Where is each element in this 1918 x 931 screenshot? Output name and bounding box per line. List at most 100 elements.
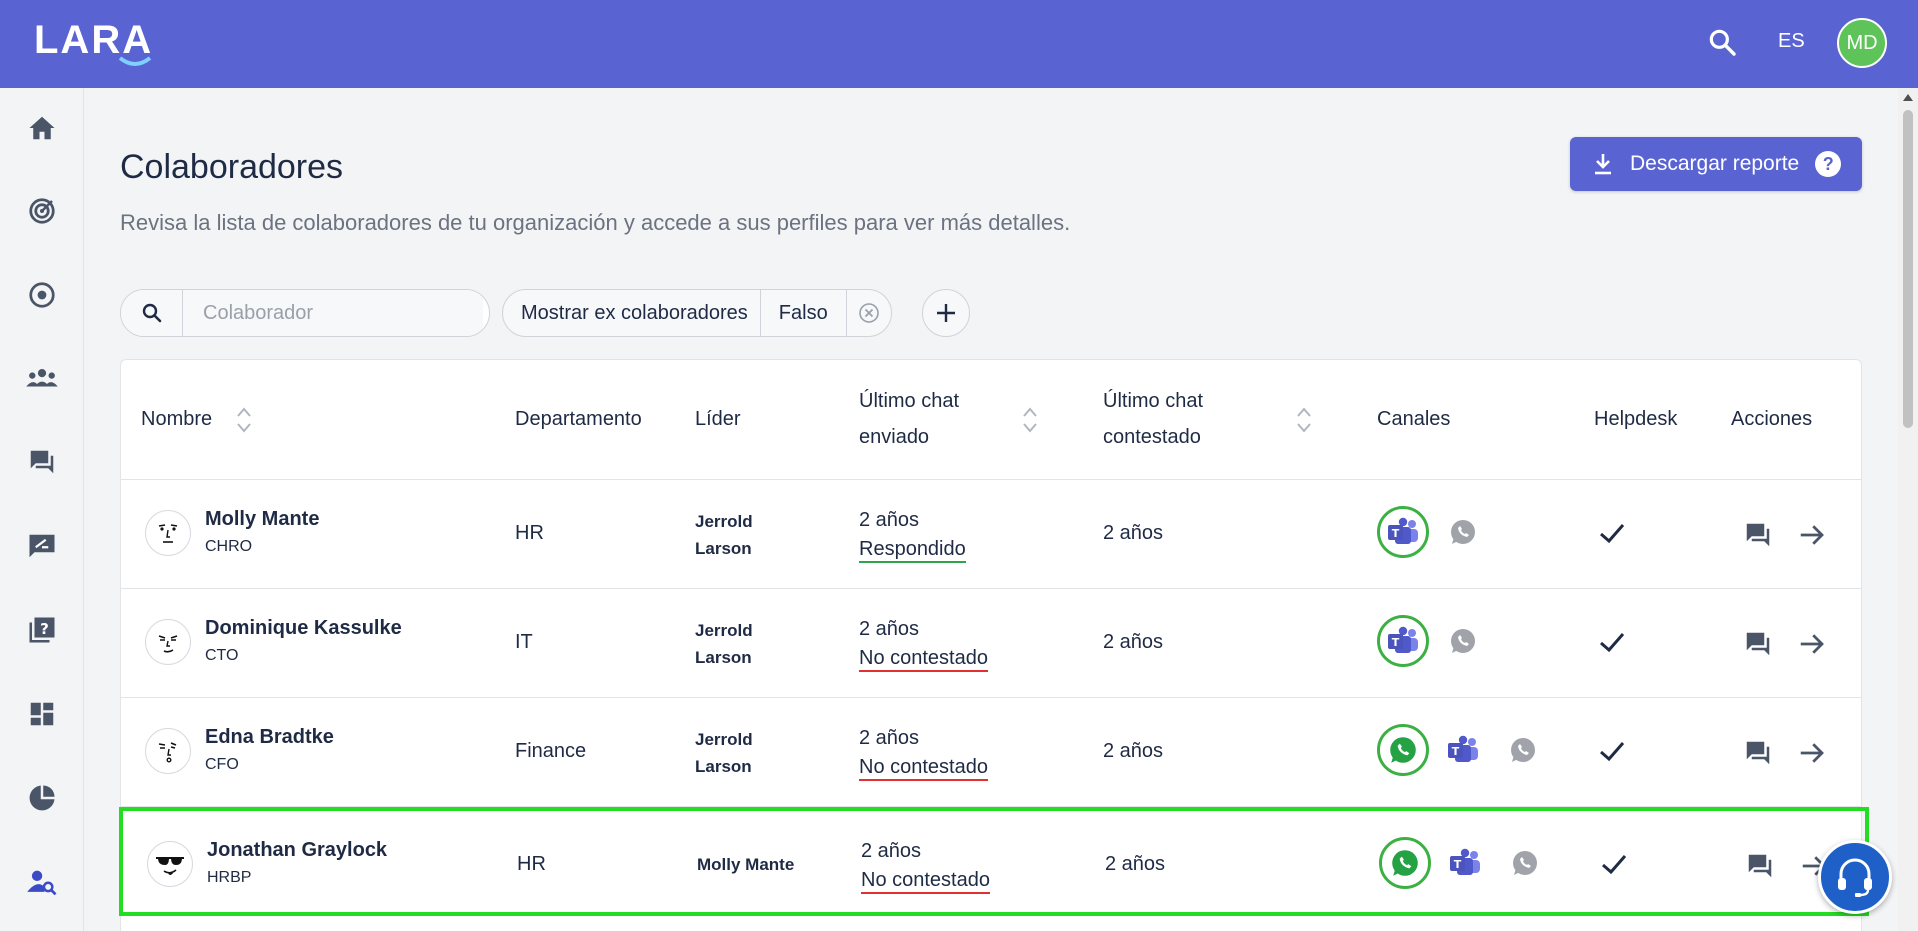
svg-text:T: T <box>1392 636 1400 649</box>
scroll-thumb[interactable] <box>1903 110 1913 428</box>
employee-department: IT <box>515 631 533 653</box>
status-badge: Respondido <box>859 537 966 563</box>
status-badge: No contestado <box>859 646 988 672</box>
employee-role: CFO <box>205 756 239 773</box>
collaborators-table: Nombre Departamento Líder Último chat en… <box>119 359 1869 931</box>
whatsapp-icon[interactable] <box>1497 724 1549 776</box>
employee-department: HR <box>515 522 544 544</box>
download-report-button[interactable]: Descargar reporte ? <box>1570 137 1862 191</box>
feedback-icon[interactable] <box>24 528 60 564</box>
col-channels: Canales <box>1377 408 1451 430</box>
arrow-right-icon[interactable] <box>1797 738 1827 768</box>
sidebar: ? <box>0 88 84 931</box>
employee-department: Finance <box>515 740 587 762</box>
employee-name[interactable]: Molly Mante <box>205 508 319 531</box>
col-last-answered-line1: Último chat <box>1103 390 1204 412</box>
table-row[interactable]: Edna Bradtke CFO Finance Jerrold Larson 2… <box>121 698 1861 807</box>
last-chat-answered: 2 años <box>1105 853 1166 875</box>
svg-text:T: T <box>1454 858 1462 871</box>
whatsapp-icon[interactable] <box>1437 615 1489 667</box>
last-chat-answered: 2 años <box>1103 522 1164 544</box>
scroll-up-arrow[interactable] <box>1903 94 1913 101</box>
channels: T <box>1377 724 1549 776</box>
chat-action-icon[interactable] <box>1743 629 1773 659</box>
employee-leader: Jerrold Larson <box>695 512 753 558</box>
page-scrollbar[interactable] <box>1898 88 1918 931</box>
employee-role: CHRO <box>205 538 253 555</box>
add-filter-button[interactable] <box>922 289 970 337</box>
avatar <box>145 728 191 774</box>
help-icon[interactable]: ? <box>1815 151 1842 177</box>
employee-name[interactable]: Jonathan Graylock <box>207 839 387 862</box>
employee-role: CTO <box>205 647 239 664</box>
col-leader: Líder <box>695 408 741 430</box>
svg-text:T: T <box>1392 527 1400 540</box>
employee-name[interactable]: Edna Bradtke <box>205 726 334 749</box>
last-chat-answered: 2 años <box>1103 631 1164 653</box>
channels: T <box>1377 506 1489 558</box>
table-row[interactable]: Dominique Kassulke CTO IT Jerrold Larson … <box>121 589 1861 698</box>
col-last-answered-line2: contestado <box>1103 426 1201 448</box>
radio-icon[interactable] <box>24 277 60 313</box>
whatsapp-icon[interactable] <box>1377 724 1429 776</box>
arrow-right-icon[interactable] <box>1797 520 1827 550</box>
check-icon <box>1600 742 1625 762</box>
svg-text:T: T <box>1452 745 1460 758</box>
clear-filter-icon[interactable] <box>847 290 891 336</box>
avatar <box>145 619 191 665</box>
col-last-sent-line1: Último chat <box>859 390 960 412</box>
table-row-selected[interactable]: Jonathan Graylock HRBP HR Molly Mante 2 … <box>119 807 1869 916</box>
chat-action-icon[interactable] <box>1743 520 1773 550</box>
avatar <box>145 510 191 556</box>
check-icon <box>1600 633 1625 653</box>
employee-role: HRBP <box>207 869 252 886</box>
last-chat-sent: 2 años No contestado <box>859 615 988 673</box>
teams-icon[interactable]: T <box>1377 506 1429 558</box>
dashboard-icon[interactable] <box>24 696 60 732</box>
filter-value[interactable]: Falso <box>761 290 847 336</box>
search-icon[interactable] <box>1706 26 1738 58</box>
employee-name[interactable]: Dominique Kassulke <box>205 617 402 640</box>
user-avatar[interactable]: MD <box>1837 18 1887 68</box>
chat-icon[interactable] <box>24 444 60 480</box>
team-icon[interactable] <box>24 360 60 396</box>
employee-leader: Jerrold Larson <box>695 730 753 776</box>
filter-chip-ex-collaborators: Mostrar ex colaboradores Falso <box>502 289 892 337</box>
col-last-sent-line2: enviado <box>859 426 930 448</box>
channels: T <box>1377 615 1489 667</box>
collaborator-search <box>120 289 490 337</box>
avatar <box>147 841 193 887</box>
chat-action-icon[interactable] <box>1743 738 1773 768</box>
main-content: Colaboradores Revisa la lista de colabor… <box>84 88 1898 931</box>
home-icon[interactable] <box>24 110 60 146</box>
search-input[interactable] <box>183 290 483 336</box>
teams-icon[interactable]: T <box>1439 837 1491 889</box>
sort-icon[interactable] <box>1021 405 1039 435</box>
arrow-right-icon[interactable] <box>1797 629 1827 659</box>
download-icon <box>1595 154 1611 175</box>
whatsapp-icon[interactable] <box>1437 506 1489 558</box>
teams-icon[interactable]: T <box>1437 724 1489 776</box>
search-icon[interactable] <box>121 290 183 336</box>
whatsapp-icon[interactable] <box>1499 837 1551 889</box>
col-name[interactable]: Nombre <box>141 401 212 437</box>
employee-department: HR <box>517 853 546 875</box>
sort-icon[interactable] <box>235 405 253 435</box>
filter-key[interactable]: Mostrar ex colaboradores <box>503 290 761 336</box>
pie-chart-icon[interactable] <box>24 780 60 816</box>
support-chat-button[interactable] <box>1818 840 1892 914</box>
table-row[interactable]: Molly Mante CHRO HR Jerrold Larson 2 años… <box>121 480 1861 589</box>
whatsapp-icon[interactable] <box>1379 837 1431 889</box>
quiz-icon[interactable]: ? <box>24 612 60 648</box>
target-icon[interactable] <box>24 193 60 229</box>
logo-swoosh-icon <box>118 56 152 66</box>
chat-action-icon[interactable] <box>1745 851 1775 881</box>
top-bar: LARA ES MD <box>0 0 1918 88</box>
sort-icon[interactable] <box>1295 405 1313 435</box>
last-chat-answered: 2 años <box>1103 740 1164 762</box>
status-badge: No contestado <box>861 868 990 894</box>
teams-icon[interactable]: T <box>1377 615 1429 667</box>
language-selector[interactable]: ES <box>1778 30 1805 53</box>
last-chat-sent: 2 años No contestado <box>861 837 990 895</box>
user-search-icon[interactable] <box>24 864 60 900</box>
